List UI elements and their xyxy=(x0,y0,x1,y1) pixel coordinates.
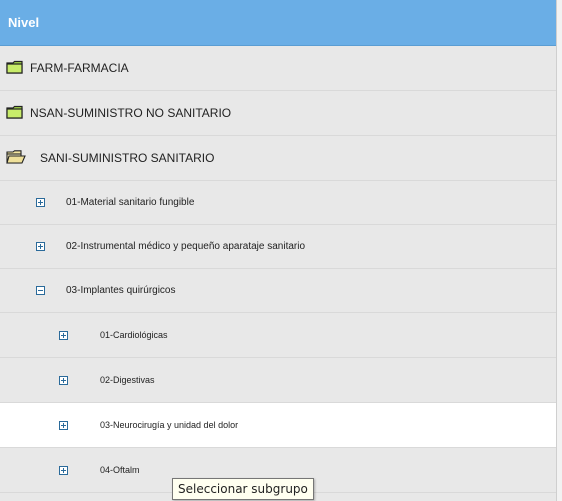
tree-node-sani[interactable]: SANI-SUMINISTRO SANITARIO xyxy=(0,136,556,181)
folder-closed-icon xyxy=(6,105,24,122)
expand-plus-icon[interactable] xyxy=(59,420,68,430)
tree-node-label: 03-Implantes quirúrgicos xyxy=(66,285,176,296)
tree-node-material-fungible[interactable]: 01-Material sanitario fungible xyxy=(0,181,556,225)
tree-node-label: 02-Instrumental médico y pequeño aparata… xyxy=(66,241,306,252)
tree-node-implantes[interactable]: 03-Implantes quirúrgicos xyxy=(0,269,556,313)
expand-plus-icon[interactable] xyxy=(36,242,45,251)
tree-node-label: SANI-SUMINISTRO SANITARIO xyxy=(40,151,215,165)
tree-node-label: NSAN-SUMINISTRO NO SANITARIO xyxy=(30,106,232,120)
tree-node-label: 04-Oftalm xyxy=(100,465,140,475)
tree-node-label: 02-Digestivas xyxy=(100,375,155,385)
expand-plus-icon[interactable] xyxy=(59,330,68,340)
column-header-title: Nivel xyxy=(8,15,40,30)
tree-node-instrumental[interactable]: 02-Instrumental médico y pequeño aparata… xyxy=(0,225,556,269)
tree-node-label: FARM-FARMACIA xyxy=(30,61,129,75)
tree-node-label: 03-Neurocirugía y unidad del dolor xyxy=(100,420,239,430)
tree-node-neurocirugia[interactable]: 03-Neurocirugía y unidad del dolor xyxy=(0,403,556,448)
expand-plus-icon[interactable] xyxy=(59,465,68,475)
folder-open-icon xyxy=(6,149,26,167)
folder-closed-icon xyxy=(6,60,24,77)
tree-node-digestivas[interactable]: 02-Digestivas xyxy=(0,358,556,403)
tree-node-nsan[interactable]: NSAN-SUMINISTRO NO SANITARIO xyxy=(0,91,556,136)
tree-node-label: 01-Cardiológicas xyxy=(100,330,168,340)
tree-node-cardiologicas[interactable]: 01-Cardiológicas xyxy=(0,313,556,358)
tree-node-label: 01-Material sanitario fungible xyxy=(66,197,195,208)
column-header: Nivel xyxy=(0,0,556,46)
tooltip-text: Seleccionar subgrupo xyxy=(178,482,308,496)
collapse-minus-icon[interactable] xyxy=(36,286,45,295)
expand-plus-icon[interactable] xyxy=(59,375,68,385)
expand-plus-icon[interactable] xyxy=(36,198,45,207)
tree-panel: Nivel FARM-FARMACIA NSAN-SUMINISTRO NO S… xyxy=(0,0,557,501)
tree-node-farm[interactable]: FARM-FARMACIA xyxy=(0,46,556,91)
tooltip: Seleccionar subgrupo xyxy=(172,478,314,500)
